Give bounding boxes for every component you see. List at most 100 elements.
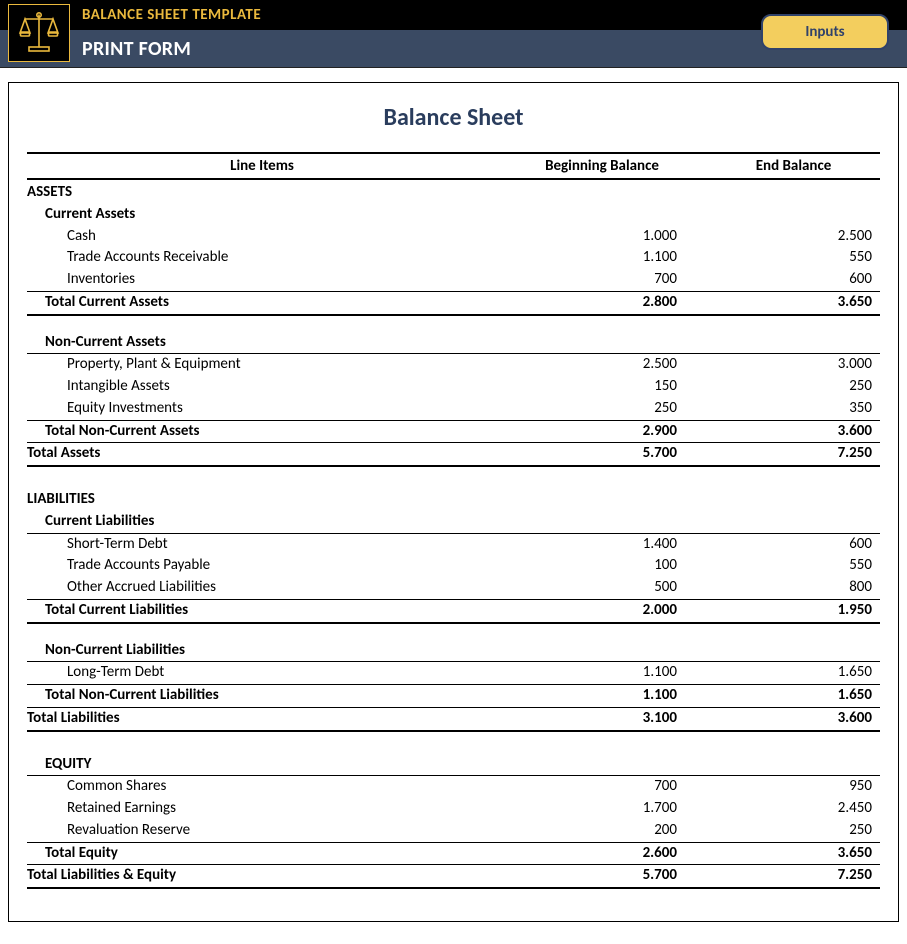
line-beg: 1.400 [497, 534, 707, 556]
total-beg: 2.800 [497, 292, 707, 314]
current-liabilities-heading: Current Liabilities [27, 511, 497, 533]
line-item: Short-Term Debt 1.400 600 [27, 534, 880, 556]
content: Balance Sheet Line Items Beginning Balan… [0, 68, 907, 930]
total-label: Total Assets [27, 443, 497, 465]
total-label: Total Current Liabilities [27, 600, 497, 622]
line-label: Property, Plant & Equipment [27, 354, 497, 376]
total-current-assets: Total Current Assets 2.800 3.650 [27, 292, 880, 316]
total-end: 3.600 [707, 708, 880, 730]
total-end: 3.650 [707, 843, 880, 865]
line-end: 250 [707, 820, 880, 842]
line-end: 550 [707, 555, 880, 577]
line-beg: 200 [497, 820, 707, 842]
line-end: 1.650 [707, 662, 880, 684]
total-beg: 2.000 [497, 600, 707, 622]
col-beginning: Beginning Balance [497, 157, 707, 175]
line-beg: 500 [497, 577, 707, 599]
header: BALANCE SHEET TEMPLATE PRINT FORM Inputs [0, 0, 907, 68]
total-beg: 2.600 [497, 843, 707, 865]
line-item: Trade Accounts Payable 100 550 [27, 555, 880, 577]
column-headers: Line Items Beginning Balance End Balance [27, 152, 880, 180]
line-end: 350 [707, 398, 880, 420]
line-label: Inventories [27, 269, 497, 291]
liabilities-heading: LIABILITIES [27, 489, 497, 511]
line-item: Property, Plant & Equipment 2.500 3.000 [27, 354, 880, 376]
template-title: BALANCE SHEET TEMPLATE [82, 6, 261, 24]
line-label: Cash [27, 226, 497, 248]
inputs-button[interactable]: Inputs [761, 14, 889, 50]
scales-icon [8, 4, 70, 62]
total-end: 7.250 [707, 443, 880, 465]
section-assets: ASSETS [27, 182, 880, 204]
total-assets: Total Assets 5.700 7.250 [27, 443, 880, 467]
total-label: Total Liabilities & Equity [27, 865, 497, 887]
line-beg: 1.100 [497, 662, 707, 684]
col-line-items: Line Items [27, 157, 497, 175]
line-item: Other Accrued Liabilities 500 800 [27, 577, 880, 600]
total-label: Total Equity [27, 843, 497, 865]
line-label: Equity Investments [27, 398, 497, 420]
subsection-current-assets: Current Assets [27, 204, 880, 226]
total-noncurrent-assets: Total Non-Current Assets 2.900 3.600 [27, 421, 880, 444]
balance-sheet-panel: Balance Sheet Line Items Beginning Balan… [8, 82, 899, 922]
total-liabilities-equity: Total Liabilities & Equity 5.700 7.250 [27, 865, 880, 889]
section-equity: EQUITY [27, 754, 880, 777]
total-beg: 3.100 [497, 708, 707, 730]
line-item: Retained Earnings 1.700 2.450 [27, 798, 880, 820]
line-item: Common Shares 700 950 [27, 776, 880, 798]
page-mode-title: PRINT FORM [82, 37, 191, 61]
line-item: Equity Investments 250 350 [27, 398, 880, 421]
page-title: Balance Sheet [27, 103, 880, 132]
total-end: 3.600 [707, 421, 880, 443]
line-end: 950 [707, 776, 880, 798]
line-beg: 1.000 [497, 226, 707, 248]
section-liabilities: LIABILITIES [27, 489, 880, 511]
line-item: Inventories 700 600 [27, 269, 880, 292]
subsection-noncurrent-assets: Non-Current Assets [27, 332, 880, 355]
line-end: 800 [707, 577, 880, 599]
line-beg: 2.500 [497, 354, 707, 376]
line-label: Short-Term Debt [27, 534, 497, 556]
total-beg: 5.700 [497, 865, 707, 887]
total-noncurrent-liabilities: Total Non-Current Liabilities 1.100 1.65… [27, 685, 880, 708]
total-end: 1.950 [707, 600, 880, 622]
total-label: Total Liabilities [27, 708, 497, 730]
subsection-current-liabilities: Current Liabilities [27, 511, 880, 534]
line-beg: 700 [497, 269, 707, 291]
total-liabilities: Total Liabilities 3.100 3.600 [27, 708, 880, 732]
total-label: Total Non-Current Liabilities [27, 685, 497, 707]
line-end: 550 [707, 247, 880, 269]
line-beg: 100 [497, 555, 707, 577]
line-item: Long-Term Debt 1.100 1.650 [27, 662, 880, 685]
subsection-noncurrent-liabilities: Non-Current Liabilities [27, 640, 880, 663]
line-label: Common Shares [27, 776, 497, 798]
total-end: 3.650 [707, 292, 880, 314]
line-label: Trade Accounts Payable [27, 555, 497, 577]
current-assets-heading: Current Assets [27, 204, 497, 226]
line-label: Intangible Assets [27, 376, 497, 398]
line-label: Retained Earnings [27, 798, 497, 820]
inputs-button-label: Inputs [805, 23, 844, 41]
line-label: Trade Accounts Receivable [27, 247, 497, 269]
line-end: 600 [707, 534, 880, 556]
line-end: 2.500 [707, 226, 880, 248]
total-label: Total Non-Current Assets [27, 421, 497, 443]
line-item: Cash 1.000 2.500 [27, 226, 880, 248]
total-end: 7.250 [707, 865, 880, 887]
line-beg: 1.100 [497, 247, 707, 269]
equity-heading: EQUITY [27, 754, 497, 776]
line-item: Intangible Assets 150 250 [27, 376, 880, 398]
noncurrent-assets-heading: Non-Current Assets [27, 332, 497, 354]
line-end: 2.450 [707, 798, 880, 820]
line-beg: 150 [497, 376, 707, 398]
assets-heading: ASSETS [27, 182, 497, 204]
line-beg: 1.700 [497, 798, 707, 820]
total-beg: 5.700 [497, 443, 707, 465]
line-item: Trade Accounts Receivable 1.100 550 [27, 247, 880, 269]
total-beg: 2.900 [497, 421, 707, 443]
line-label: Other Accrued Liabilities [27, 577, 497, 599]
total-equity: Total Equity 2.600 3.650 [27, 843, 880, 866]
line-item: Revaluation Reserve 200 250 [27, 820, 880, 843]
total-beg: 1.100 [497, 685, 707, 707]
total-label: Total Current Assets [27, 292, 497, 314]
